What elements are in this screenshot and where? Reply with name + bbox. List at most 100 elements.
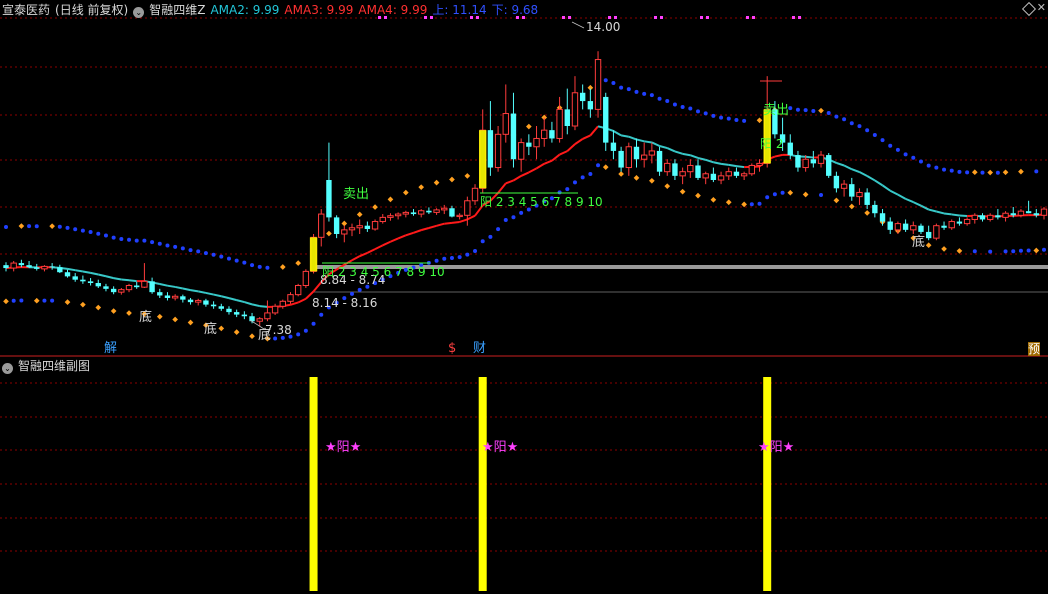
band-dot-blue-124 [957,169,962,174]
candle-body-107 [826,155,832,176]
ma-segment-111 [851,168,860,173]
period-label[interactable]: (日线 前复权) [55,3,128,17]
ma-segment-73 [559,150,568,156]
candle-body-105 [810,159,817,164]
candle-body-78 [603,96,609,143]
top-marker-a-8 [746,16,749,19]
ma-segment-47 [359,251,368,258]
candle-body-7 [57,267,63,273]
ma-segment-109 [836,162,845,167]
candle-body-50 [387,215,394,218]
candle-body-23 [180,296,186,300]
band-dot-blue-85 [657,96,662,101]
candle-body-30 [233,312,240,315]
band-dot-blue-64 [496,227,501,232]
candle-body-20 [157,292,163,296]
ma-segment-113 [866,175,876,182]
band-dot-blue-129 [995,170,1000,175]
candle-body-38 [294,285,302,296]
ma-segment-16 [121,278,130,282]
band-dot-orange-12 [95,304,102,311]
band-dot-orange-102 [787,189,794,196]
band-dot-blue-61 [473,249,478,254]
sell-signal-2: 卖出 [763,103,790,118]
candle-body-41 [318,213,325,238]
ma-segment-21 [159,283,168,287]
sub-indicator-name[interactable]: 智融四维副图 [18,359,90,373]
candle-body-26 [203,300,209,305]
ma-segment-24 [182,287,191,292]
band-dot-orange-120 [925,242,932,249]
indicator-name[interactable]: 智融四维Z [149,3,205,17]
ma-segment-91 [697,156,706,161]
candle-body-114 [879,213,886,222]
band-dot-blue-67 [519,210,524,215]
band-dot-orange-110 [848,203,855,210]
band-dot-blue-92 [711,113,716,118]
band-dot-blue-119 [918,159,923,164]
band-dot-blue-81 [626,87,631,92]
indicator-settings-icon[interactable]: ⌄ [133,7,145,18]
band-dot-blue-21 [165,243,170,248]
band-dot-blue-130 [1003,249,1008,254]
ma-segment-114 [874,179,884,187]
candle-body-102 [787,142,793,156]
tag-jie[interactable]: 解 [104,342,117,356]
candle-body-106 [817,154,825,164]
candle-body-74 [571,92,579,127]
band-dot-orange-50 [387,196,394,203]
candle-body-2 [18,263,25,266]
band-dot-blue-115 [888,143,893,148]
band-dot-blue-12 [96,231,101,236]
candle-body-15 [118,289,125,293]
close-icon[interactable]: ✕ [1037,1,1046,14]
ma-segment-90 [689,154,699,159]
candle-body-97 [748,164,756,175]
ma-segment-94 [720,162,729,166]
band-dot-blue-31 [242,260,247,265]
band-dot-blue-79 [611,81,616,86]
top-marker-b-9 [798,16,801,19]
band-dot-orange-44 [341,220,348,227]
band-dot-orange-124 [956,248,963,254]
band-dot-blue-14 [111,235,116,240]
candle-body-44 [341,229,348,235]
ma-segment-13 [98,273,107,278]
band-dot-blue-123 [949,168,954,173]
stock-name[interactable]: 宣泰医药 [2,3,50,17]
ma-segment-83 [636,138,645,143]
band-dot-orange-60 [464,173,471,179]
ma-segment-67 [512,175,522,182]
ma-segment-50 [382,240,391,247]
band-dot-orange-130 [1002,169,1009,176]
ma-segment-38 [290,301,299,306]
band-dot-blue-83 [642,91,647,96]
sub-indicator-settings-icon[interactable]: ⌄ [2,363,13,374]
main-signal-bar-1 [479,130,487,189]
band-dot-blue-46 [357,287,362,292]
candle-body-36 [279,300,286,307]
ma-segment-11 [82,270,91,274]
candle-body-73 [564,109,570,126]
tag-dollar[interactable]: $ [448,342,456,356]
candle-body-87 [672,163,678,176]
band-dot-orange-8 [64,299,71,305]
candle-body-25 [195,299,202,303]
band-dot-orange-58 [449,176,455,183]
candle-body-10 [80,279,86,282]
band-dot-blue-58 [449,255,454,260]
band-dot-blue-24 [188,248,193,253]
band-dot-blue-39 [303,328,308,333]
ma-segment-101 [774,153,783,158]
candle-body-133 [1025,211,1032,214]
tag-cai[interactable]: 财 [473,342,486,356]
band-dot-blue-111 [857,124,862,129]
bottom-mark-1: 底 [139,310,153,325]
ma-segment-65 [497,182,507,194]
band-dot-orange-6 [49,223,55,229]
band-dot-blue-73 [565,187,570,192]
tag-yu[interactable]: 预 [1028,342,1041,356]
candle-body-28 [218,306,224,309]
ma-segment-12 [90,271,99,276]
candle-body-80 [618,150,624,168]
